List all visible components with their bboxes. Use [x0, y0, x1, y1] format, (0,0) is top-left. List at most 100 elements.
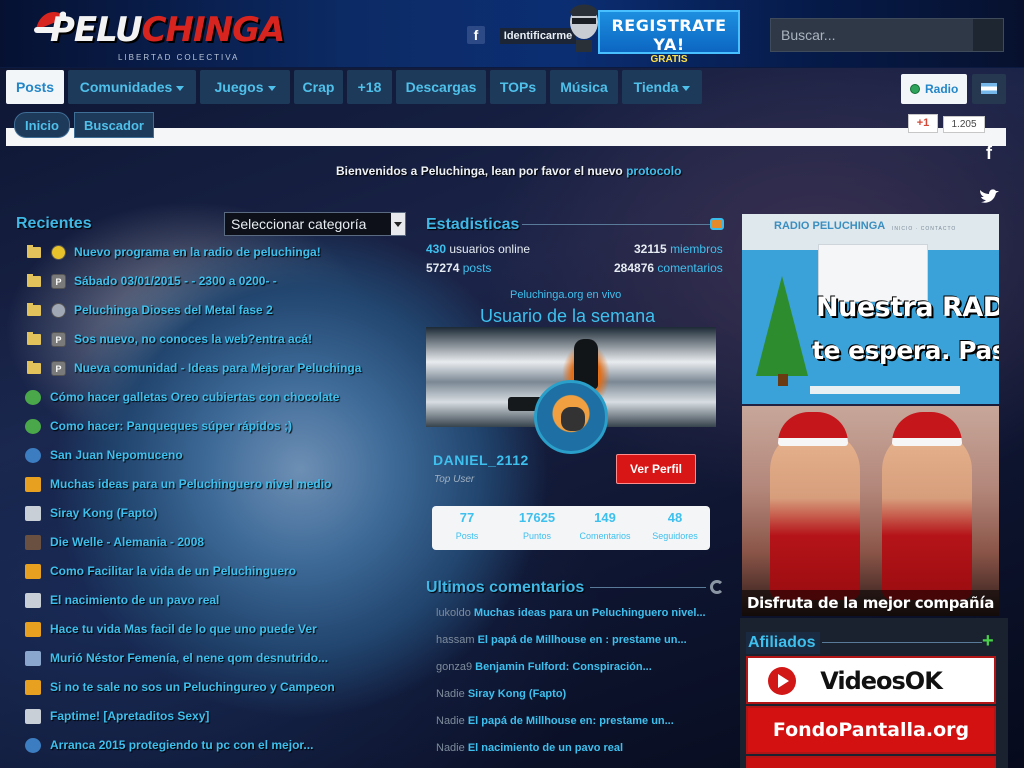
post-title[interactable]: Arranca 2015 protegiendo tu pc con el me…: [50, 738, 313, 752]
register-button[interactable]: REGISTRATE YA! GRATIS: [598, 10, 740, 65]
post-title[interactable]: Nueva comunidad - Ideas para Mejorar Pel…: [74, 361, 361, 375]
post-title[interactable]: Siray Kong (Fapto): [50, 506, 157, 520]
login-button[interactable]: Identificarme: [500, 28, 576, 44]
comment-author[interactable]: Nadie: [436, 688, 465, 700]
post-title[interactable]: Como Facilitar la vida de un Peluchingue…: [50, 564, 296, 578]
list-item[interactable]: El nacimiento de un pavo real: [24, 592, 384, 610]
nav-tops[interactable]: TOPs: [490, 70, 546, 104]
protocol-link[interactable]: protocolo: [626, 164, 681, 178]
comment-post-link[interactable]: Siray Kong (Fapto): [468, 688, 566, 700]
promo-ad-banner[interactable]: Disfruta de la mejor compañía: [742, 406, 999, 616]
post-title[interactable]: Hace tu vida Mas facil de lo que uno pue…: [50, 622, 317, 636]
plus-icon[interactable]: +: [982, 631, 996, 651]
comment-author[interactable]: hassam: [436, 634, 475, 646]
list-item[interactable]: Faptime! [Apretaditos Sexy]: [24, 708, 384, 726]
list-item[interactable]: Como hacer: Panqueques súper rápidos ;): [24, 418, 384, 436]
post-title[interactable]: Como hacer: Panqueques súper rápidos ;): [50, 419, 292, 433]
refresh-icon[interactable]: [710, 580, 724, 594]
nav-descargas[interactable]: Descargas: [396, 70, 486, 104]
comment-author[interactable]: Nadie: [436, 715, 465, 727]
search-button[interactable]: [973, 19, 1003, 51]
list-item[interactable]: P Sos nuevo, no conoces la web?entra acá!: [24, 331, 384, 349]
stat-comments-label: comentarios: [657, 261, 723, 275]
twitter-icon[interactable]: [978, 186, 1000, 208]
comment-author[interactable]: Nadie: [436, 742, 465, 754]
post-title[interactable]: El nacimiento de un pavo real: [50, 593, 219, 607]
promo-figure-left: [770, 430, 860, 600]
list-item[interactable]: Como Facilitar la vida de un Peluchingue…: [24, 563, 384, 581]
post-title[interactable]: Nuevo programa en la radio de peluchinga…: [74, 245, 321, 259]
list-item[interactable]: Muchas ideas para un Peluchinguero nivel…: [24, 476, 384, 494]
comment-item[interactable]: Nadie Siray Kong (Fapto): [436, 688, 566, 704]
stat-posts-value: 57274: [426, 261, 460, 275]
facebook-icon[interactable]: f: [978, 142, 1000, 164]
category-select[interactable]: Seleccionar categoría: [224, 212, 406, 236]
list-item[interactable]: Si no te sale no sos un Peluchingureo y …: [24, 679, 384, 697]
post-title[interactable]: Faptime! [Apretaditos Sexy]: [50, 709, 209, 723]
post-title[interactable]: Die Welle - Alemania - 2008: [50, 535, 204, 549]
radio-button[interactable]: Radio: [901, 74, 967, 104]
live-link[interactable]: Peluchinga.org en vivo: [510, 289, 621, 301]
post-title[interactable]: Sábado 03/01/2015 - - 2300 a 0200- -: [74, 274, 277, 288]
nav-comunidades[interactable]: Comunidades: [68, 70, 196, 104]
list-item[interactable]: P Sábado 03/01/2015 - - 2300 a 0200- -: [24, 273, 384, 291]
post-title[interactable]: Cómo hacer galletas Oreo cubiertas con c…: [50, 390, 339, 404]
post-title[interactable]: San Juan Nepomuceno: [50, 448, 183, 462]
register-button-label: REGISTRATE YA!: [611, 16, 727, 54]
nav-descargas-label: Descargas: [405, 79, 477, 95]
category-icon: [51, 303, 66, 318]
list-item[interactable]: Murió Néstor Femenía, el nene qom desnut…: [24, 650, 384, 668]
nav-crap[interactable]: Crap: [294, 70, 343, 104]
nav-adult[interactable]: +18: [347, 70, 392, 104]
post-title[interactable]: Peluchinga Dioses del Metal fase 2: [74, 303, 273, 317]
list-item[interactable]: Cómo hacer galletas Oreo cubiertas con c…: [24, 389, 384, 407]
list-item[interactable]: Nuevo programa en la radio de peluchinga…: [24, 244, 384, 262]
country-selector[interactable]: [972, 74, 1006, 104]
list-item[interactable]: San Juan Nepomuceno: [24, 447, 384, 465]
list-item[interactable]: Hace tu vida Mas facil de lo que uno pue…: [24, 621, 384, 639]
list-item[interactable]: Peluchinga Dioses del Metal fase 2: [24, 302, 384, 320]
comment-item[interactable]: lukoldo Muchas ideas para un Peluchingue…: [436, 607, 706, 623]
radio-ad-banner[interactable]: RADIO PELUCHINGA INICIO · CONTACTO Nuest…: [742, 214, 999, 404]
nav-posts[interactable]: Posts: [6, 70, 64, 104]
list-item[interactable]: Arranca 2015 protegiendo tu pc con el me…: [24, 737, 384, 755]
comment-post-link[interactable]: El papá de Millhouse en: prestame un...: [468, 715, 674, 727]
avatar[interactable]: [534, 380, 608, 454]
affiliate-fondopantalla[interactable]: FondoPantalla.org: [746, 706, 996, 754]
nav-musica-label: Música: [560, 79, 608, 95]
subnav-buscador[interactable]: Buscador: [74, 112, 154, 138]
comment-item[interactable]: Nadie El papá de Millhouse en: prestame …: [436, 715, 674, 731]
chevron-down-icon: [391, 213, 405, 235]
comment-post-link[interactable]: Benjamin Fulford: Conspiración...: [475, 661, 652, 673]
user-of-week-name[interactable]: DANIEL_2112: [433, 452, 529, 468]
stat-posts-label: posts: [462, 261, 492, 275]
nav-musica[interactable]: Música: [550, 70, 618, 104]
facebook-login-icon[interactable]: f: [467, 26, 485, 44]
site-logo[interactable]: PELUCHINGA LIBERTAD COLECTIVA: [30, 8, 285, 64]
list-item[interactable]: Die Welle - Alemania - 2008: [24, 534, 384, 552]
comment-post-link[interactable]: Muchas ideas para un Peluchinguero nivel…: [474, 607, 706, 619]
post-title[interactable]: Muchas ideas para un Peluchinguero nivel…: [50, 477, 331, 491]
subnav-inicio[interactable]: Inicio: [14, 112, 70, 138]
comment-item[interactable]: Nadie El nacimiento de un pavo real: [436, 742, 623, 758]
post-title[interactable]: Murió Néstor Femenía, el nene qom desnut…: [50, 651, 328, 665]
nav-juegos[interactable]: Juegos: [200, 70, 290, 104]
comment-item[interactable]: gonza9 Benjamin Fulford: Conspiración...: [436, 661, 652, 677]
search-box: [770, 18, 1004, 52]
comment-post-link[interactable]: El papá de Millhouse en : prestame un...: [478, 634, 687, 646]
comment-author[interactable]: gonza9: [436, 661, 472, 673]
post-title[interactable]: Si no te sale no sos un Peluchingureo y …: [50, 680, 335, 694]
list-item[interactable]: Siray Kong (Fapto): [24, 505, 384, 523]
affiliate-third[interactable]: [746, 756, 996, 768]
comment-author[interactable]: lukoldo: [436, 607, 471, 619]
list-item[interactable]: P Nueva comunidad - Ideas para Mejorar Pe…: [24, 360, 384, 378]
comment-post-link[interactable]: El nacimiento de un pavo real: [468, 742, 623, 754]
chevron-down-icon: [267, 85, 276, 91]
nav-tienda[interactable]: Tienda: [622, 70, 702, 104]
search-input[interactable]: [771, 19, 975, 51]
view-profile-button[interactable]: Ver Perfil: [616, 454, 696, 484]
affiliate-videosok[interactable]: VideosOK: [746, 656, 996, 704]
post-title[interactable]: Sos nuevo, no conoces la web?entra acá!: [74, 332, 312, 346]
google-plus-button[interactable]: +1: [908, 114, 938, 133]
comment-item[interactable]: hassam El papá de Millhouse en : prestam…: [436, 634, 687, 650]
